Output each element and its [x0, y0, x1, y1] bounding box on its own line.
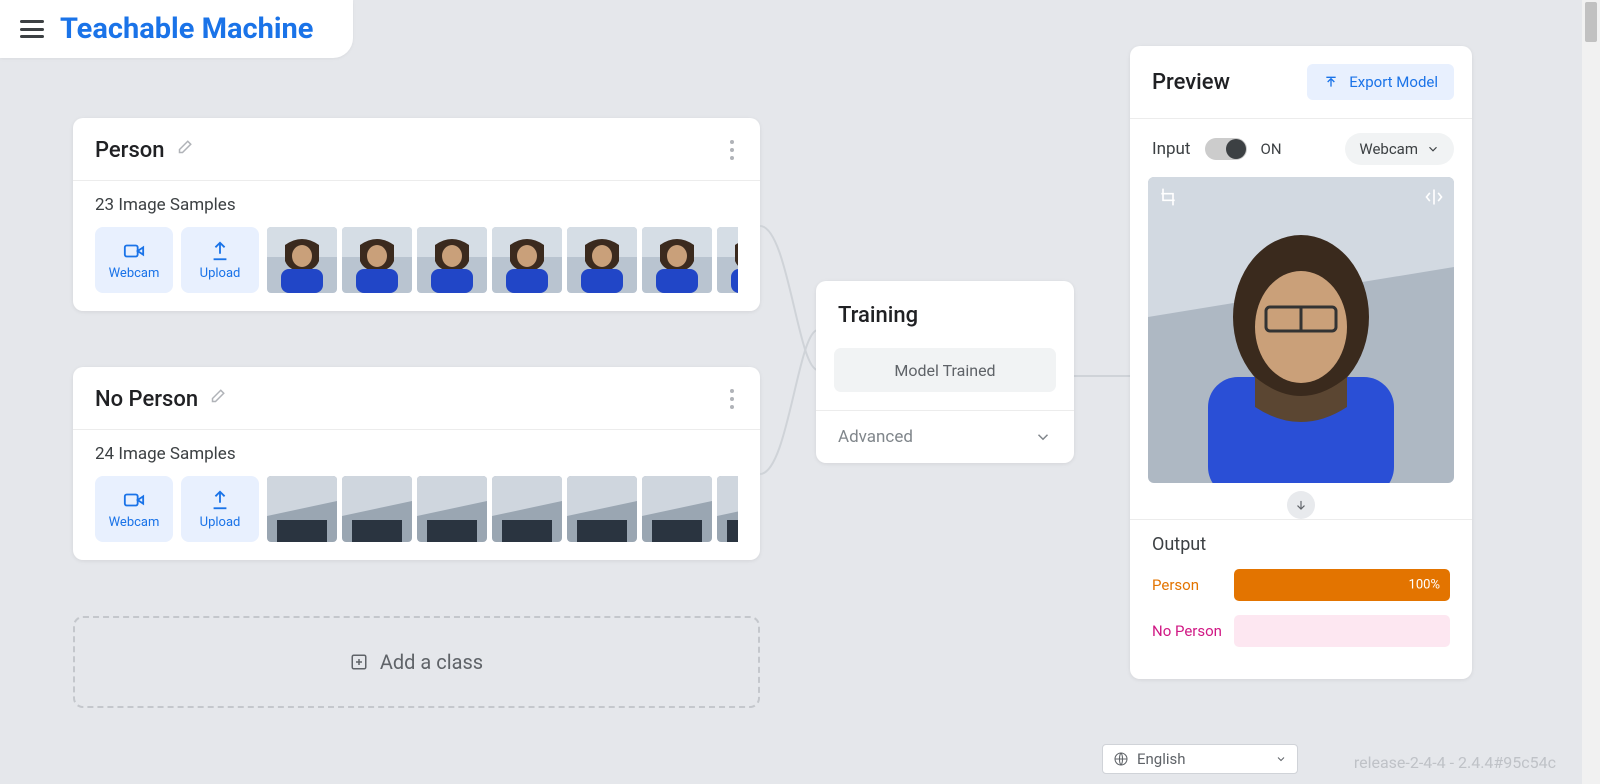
input-source-value: Webcam: [1359, 140, 1418, 158]
export-model-button[interactable]: Export Model: [1307, 64, 1454, 100]
upload-button[interactable]: Upload: [181, 227, 259, 293]
chevron-down-icon: [1426, 142, 1440, 156]
training-title: Training: [816, 281, 1074, 342]
output-bar: 100%: [1234, 569, 1450, 601]
sample-thumbnail[interactable]: [342, 476, 412, 542]
class-name: No Person: [95, 387, 198, 412]
sample-thumbnail[interactable]: [492, 227, 562, 293]
menu-icon[interactable]: [20, 20, 44, 38]
sample-thumbnail[interactable]: [567, 476, 637, 542]
workspace-canvas: Teachable Machine Person 23 Image Sample…: [0, 0, 1582, 784]
globe-icon: [1113, 751, 1129, 767]
sample-thumbnail[interactable]: [717, 476, 738, 542]
upload-button[interactable]: Upload: [181, 476, 259, 542]
input-label: Input: [1152, 139, 1191, 159]
export-label: Export Model: [1349, 73, 1438, 91]
sample-thumbnail[interactable]: [417, 227, 487, 293]
advanced-label: Advanced: [838, 427, 913, 447]
pencil-icon[interactable]: [175, 139, 193, 161]
input-toggle[interactable]: [1205, 138, 1247, 160]
flip-icon[interactable]: [1424, 187, 1444, 207]
sample-count: 23 Image Samples: [95, 195, 738, 215]
toggle-state: ON: [1261, 140, 1282, 158]
app-header: Teachable Machine: [0, 0, 353, 58]
sample-thumbnail[interactable]: [342, 227, 412, 293]
input-source-select[interactable]: Webcam: [1345, 133, 1454, 165]
sample-count: 24 Image Samples: [95, 444, 738, 464]
sample-thumbnail[interactable]: [417, 476, 487, 542]
sample-thumbnail[interactable]: [642, 227, 712, 293]
upload-label: Upload: [200, 515, 241, 530]
language-select[interactable]: English: [1102, 744, 1298, 774]
class-card: No Person 24 Image Samples Webcam Upload: [73, 367, 760, 560]
add-class-button[interactable]: Add a class: [73, 616, 760, 708]
output-percent: 100%: [1409, 578, 1440, 593]
output-row: Person 100%: [1152, 569, 1450, 601]
sample-thumbnail[interactable]: [492, 476, 562, 542]
add-class-label: Add a class: [380, 650, 483, 674]
preview-image: [1148, 177, 1454, 483]
arrow-down-icon: [1287, 491, 1315, 519]
app-logo: Teachable Machine: [60, 12, 313, 46]
class-header: No Person: [73, 367, 760, 430]
connector-lines: [758, 220, 820, 480]
sample-thumbnail[interactable]: [267, 476, 337, 542]
sample-thumbnail[interactable]: [567, 227, 637, 293]
preview-title: Preview: [1152, 70, 1230, 95]
chevron-down-icon: [1034, 428, 1052, 446]
page-scrollbar[interactable]: [1582, 0, 1600, 784]
webcam-label: Webcam: [109, 266, 160, 281]
sample-thumbnails[interactable]: [267, 227, 738, 293]
class-name: Person: [95, 138, 165, 163]
pencil-icon[interactable]: [208, 388, 226, 410]
preview-card: Preview Export Model Input ON Webcam: [1130, 46, 1472, 679]
output-row: No Person: [1152, 615, 1450, 647]
sample-thumbnail[interactable]: [717, 227, 738, 293]
sample-thumbnail[interactable]: [642, 476, 712, 542]
crop-icon[interactable]: [1158, 187, 1178, 207]
scrollbar-thumb[interactable]: [1585, 2, 1597, 42]
output-title: Output: [1152, 534, 1450, 555]
plus-icon: [350, 653, 368, 671]
training-status: Model Trained: [834, 348, 1056, 392]
training-card: Training Model Trained Advanced: [816, 281, 1074, 463]
webcam-button[interactable]: Webcam: [95, 227, 173, 293]
export-icon: [1323, 74, 1339, 90]
connector-line: [1072, 370, 1132, 382]
class-card: Person 23 Image Samples Webcam Upload: [73, 118, 760, 311]
advanced-toggle[interactable]: Advanced: [816, 410, 1074, 463]
kebab-icon[interactable]: [724, 136, 740, 164]
version-label: release-2-4-4 - 2.4.4#95c54c: [1354, 753, 1556, 772]
sample-thumbnails[interactable]: [267, 476, 738, 542]
class-header: Person: [73, 118, 760, 181]
language-value: English: [1137, 750, 1186, 768]
webcam-label: Webcam: [109, 515, 160, 530]
sample-thumbnail[interactable]: [267, 227, 337, 293]
output-bar: [1234, 615, 1450, 647]
kebab-icon[interactable]: [724, 385, 740, 413]
output-label: No Person: [1152, 622, 1224, 640]
output-label: Person: [1152, 576, 1224, 594]
webcam-button[interactable]: Webcam: [95, 476, 173, 542]
upload-label: Upload: [200, 266, 241, 281]
chevron-down-icon: [1275, 753, 1287, 765]
